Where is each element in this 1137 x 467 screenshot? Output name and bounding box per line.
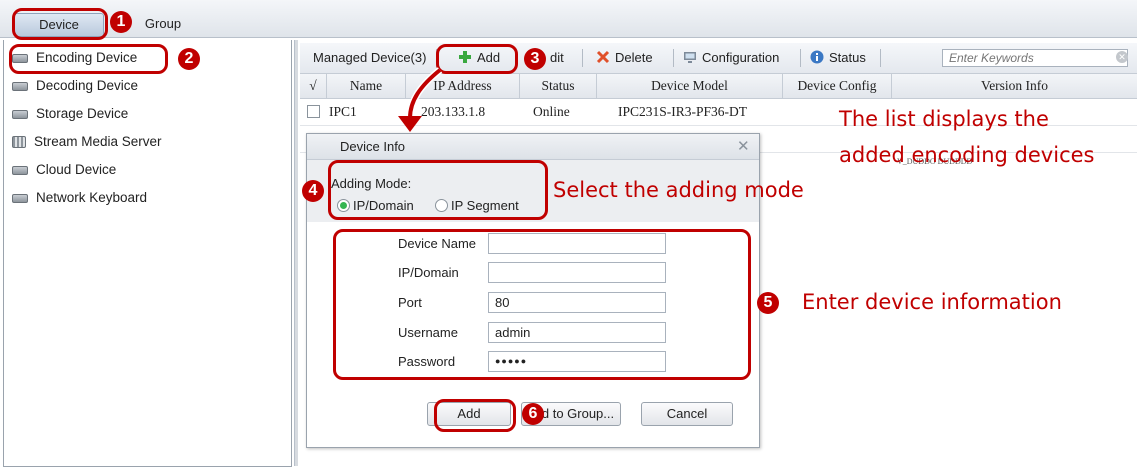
close-icon[interactable]: ✕ [737,137,750,155]
column-device-model[interactable]: Device Model [597,74,783,98]
search-input[interactable] [942,49,1128,67]
sidebar-item-stream-media-server[interactable]: Stream Media Server [12,130,162,154]
annotation-box-add-button [434,399,516,432]
device-icon [12,81,28,91]
sidebar-item-label: Network Keyboard [36,190,148,205]
tab-group[interactable]: Group [128,13,198,35]
device-icon [12,193,28,203]
note-adding-mode: Select the adding mode [553,178,804,202]
device-icon [12,109,28,119]
edit-button[interactable]: dit [550,43,564,73]
step-badge-2: 2 [178,48,200,70]
sidebar-item-network-keyboard[interactable]: Network Keyboard [12,186,147,210]
dialog-title-bar[interactable]: Device Info ✕ [307,134,759,160]
monitor-icon [684,52,696,63]
sidebar-item-label: Stream Media Server [34,134,162,149]
delete-button-label: Delete [615,50,653,65]
edit-button-label: dit [550,50,564,65]
configuration-button-label: Configuration [702,50,780,65]
sidebar-item-cloud-device[interactable]: Cloud Device [12,158,116,182]
sidebar-item-label: Storage Device [36,106,129,121]
sidebar-item-storage-device[interactable]: Storage Device [12,102,128,126]
step-badge-1: 1 [110,11,132,33]
note-device-information: Enter device information [802,290,1062,314]
column-device-config[interactable]: Device Config [783,74,892,98]
step-badge-4: 4 [302,180,324,202]
sidebar-splitter[interactable] [294,40,298,466]
sidebar-item-decoding-device[interactable]: Decoding Device [12,74,138,98]
status-button-label: Status [829,50,866,65]
server-icon [12,136,26,148]
step-badge-6: 6 [522,403,544,425]
device-icon [12,165,28,175]
row-name: IPC1 [329,104,357,119]
annotation-box-device-tab [12,8,108,40]
step-badge-5: 5 [757,292,779,314]
toolbar-separator [673,49,674,67]
sidebar-item-label: Cloud Device [36,162,117,177]
toolbar-separator [800,49,801,67]
step-badge-3: 3 [524,48,546,70]
configuration-button[interactable]: Configuration [683,43,779,73]
status-button[interactable]: Status [810,43,866,73]
row-checkbox[interactable] [307,105,320,118]
annotation-box-adding-mode [328,160,548,220]
toolbar-separator [880,49,881,67]
annotation-box-device-fields [333,229,751,380]
delete-button[interactable]: Delete [596,43,653,73]
toolbar-separator [582,49,583,67]
arrow-icon [398,67,443,132]
dialog-cancel-button[interactable]: Cancel [641,402,733,426]
column-status[interactable]: Status [520,74,597,98]
annotation-box-encoding-device [9,44,168,74]
info-icon [810,50,824,64]
row-device-model: IPC231S-IR3-PF36-DT [618,104,748,119]
clear-search-icon[interactable]: ✕ [1116,51,1128,63]
dialog-title: Device Info [340,139,406,154]
delete-x-icon [596,50,610,64]
note-list-line-1: The list displays the [839,107,1049,131]
select-all-column[interactable]: √ [300,74,327,98]
row-status: Online [533,104,570,119]
note-list-line-2: added encoding devices [839,143,1095,167]
device-type-sidebar: Encoding Device Decoding Device Storage … [3,40,292,467]
column-version-info[interactable]: Version Info [892,74,1137,98]
sidebar-item-label: Decoding Device [36,78,139,93]
